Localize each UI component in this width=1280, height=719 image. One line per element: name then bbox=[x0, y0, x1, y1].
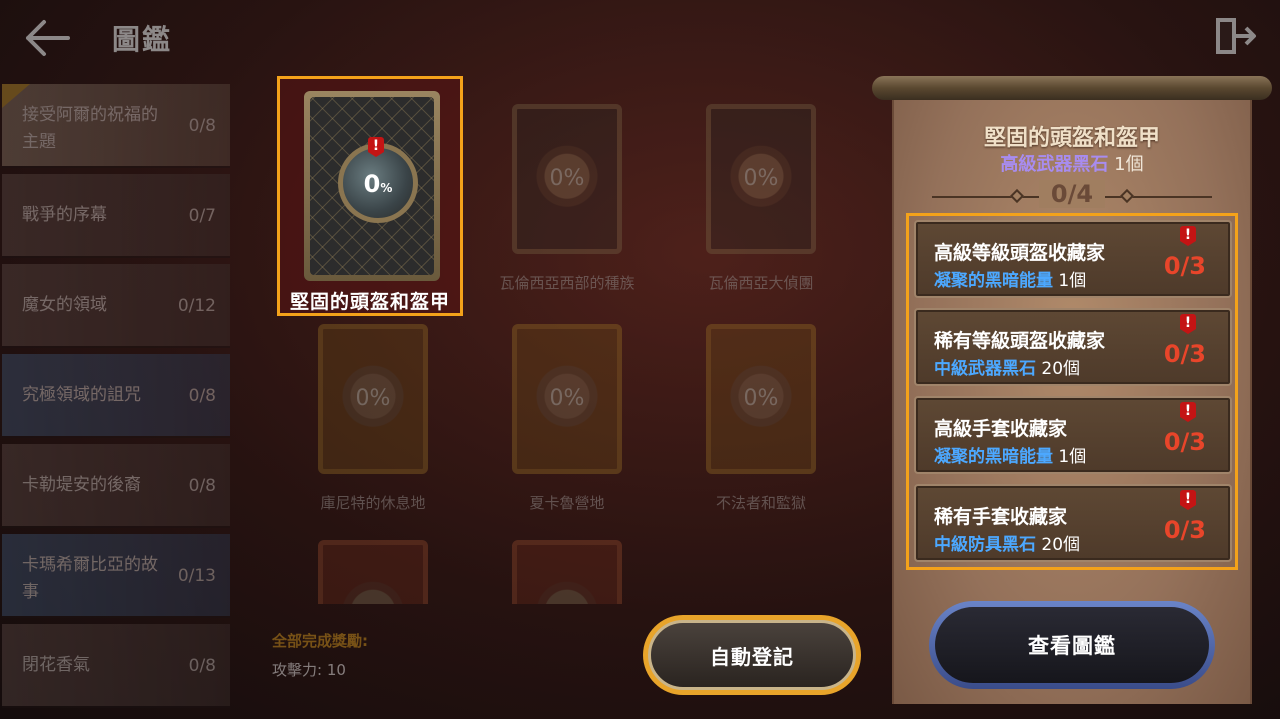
card-percent-unit: % bbox=[380, 181, 393, 195]
card-art: 0% ! bbox=[304, 91, 440, 281]
task-requirement: 凝聚的黑暗能量 1個 bbox=[934, 266, 1086, 291]
card-name: 瓦倫西亞大偵團 bbox=[708, 274, 814, 292]
view-collection-label: 查看圖鑑 bbox=[935, 607, 1209, 683]
alert-icon: ! bbox=[1180, 490, 1196, 510]
detail-progress: 0/4 bbox=[892, 180, 1252, 208]
task-req-item: 凝聚的黑暗能量 bbox=[934, 447, 1053, 467]
alert-icon: ! bbox=[1180, 226, 1196, 246]
exit-door-icon bbox=[1216, 18, 1256, 54]
task-req-qty: 1個 bbox=[1058, 447, 1087, 467]
task-requirement: 中級武器黑石 20個 bbox=[934, 354, 1080, 379]
collection-card[interactable] bbox=[302, 520, 442, 604]
task-title: 稀有手套收藏家 bbox=[934, 506, 1068, 528]
detail-reward: 高級武器黑石 1個 bbox=[892, 150, 1252, 176]
sidebar-item-count: 0/8 bbox=[188, 656, 216, 676]
reward-value: 攻擊力: 10 bbox=[272, 661, 346, 679]
task-req-item: 中級武器黑石 bbox=[934, 359, 1036, 379]
task-req-item: 中級防具黑石 bbox=[934, 535, 1036, 555]
task-count: 0/3 bbox=[1163, 516, 1206, 544]
task-req-qty: 20個 bbox=[1041, 535, 1081, 555]
card-percent: 0% bbox=[549, 166, 585, 191]
sidebar-item[interactable]: 魔女的領域 0/12 bbox=[2, 264, 230, 348]
back-button[interactable] bbox=[22, 16, 72, 60]
task-list: 高級等級頭盔收藏家 凝聚的黑暗能量 1個 ! 0/3 稀有等級頭盔收藏家 中級武… bbox=[906, 213, 1238, 570]
sidebar-item-count: 0/8 bbox=[188, 476, 216, 496]
scroll-rod bbox=[872, 76, 1272, 100]
arrow-left-icon bbox=[26, 20, 70, 56]
task-req-qty: 20個 bbox=[1041, 359, 1081, 379]
card-name: 夏卡魯營地 bbox=[529, 494, 605, 512]
collection-card[interactable]: 0% 不法者和監獄 bbox=[690, 304, 830, 512]
sidebar-item-count: 0/7 bbox=[188, 206, 216, 226]
card-percent: 0% bbox=[355, 386, 391, 411]
sidebar-item-label: 接受阿爾的祝福的主題 bbox=[22, 105, 158, 152]
sidebar-item-label: 戰爭的序幕 bbox=[22, 205, 107, 225]
task-item[interactable]: 稀有手套收藏家 中級防具黑石 20個 ! 0/3 bbox=[914, 484, 1232, 562]
sidebar-item-label: 閉花香氣 bbox=[22, 655, 90, 675]
sidebar-item[interactable]: 閉花香氣 0/8 bbox=[2, 624, 230, 708]
page-title: 圖鑑 bbox=[112, 23, 173, 56]
auto-register-button[interactable]: 自動登記 bbox=[643, 615, 861, 695]
alert-icon: ! bbox=[1180, 402, 1196, 422]
card-percent-value: 0 bbox=[363, 170, 381, 198]
detail-progress-value: 0/4 bbox=[1038, 180, 1106, 208]
card-percent: 0% bbox=[343, 170, 413, 198]
sidebar-item-label: 卡勒堤安的後裔 bbox=[22, 475, 141, 495]
task-count: 0/3 bbox=[1163, 252, 1206, 280]
sidebar-item[interactable]: 戰爭的序幕 0/7 bbox=[2, 174, 230, 258]
task-count: 0/3 bbox=[1163, 340, 1206, 368]
sidebar-item[interactable]: 究極領域的詛咒 0/8 bbox=[2, 354, 230, 438]
task-requirement: 凝聚的黑暗能量 1個 bbox=[934, 442, 1086, 467]
card-name: 庫尼特的休息地 bbox=[320, 494, 426, 512]
alert-icon: ! bbox=[1180, 314, 1196, 334]
collection-card[interactable]: 0% 瓦倫西亞西部的種族 bbox=[496, 84, 636, 292]
card-art bbox=[318, 540, 428, 604]
task-count: 0/3 bbox=[1163, 428, 1206, 456]
task-item[interactable]: 高級手套收藏家 凝聚的黑暗能量 1個 ! 0/3 bbox=[914, 396, 1232, 474]
card-art-pattern: 0% ! bbox=[310, 97, 434, 275]
card-name: 瓦倫西亞西部的種族 bbox=[499, 274, 635, 292]
sidebar-item[interactable]: 接受阿爾的祝福的主題 0/8 bbox=[2, 84, 230, 168]
selected-collection-card[interactable]: 0% ! 堅固的頭盔和盔甲 bbox=[277, 76, 463, 316]
collection-card[interactable] bbox=[496, 520, 636, 604]
sidebar-item-label: 魔女的領域 bbox=[22, 295, 107, 315]
detail-reward-qty: 1個 bbox=[1114, 154, 1144, 175]
task-title: 高級等級頭盔收藏家 bbox=[934, 242, 1106, 264]
exit-button[interactable] bbox=[1212, 14, 1258, 58]
task-requirement: 中級防具黑石 20個 bbox=[934, 530, 1080, 555]
task-title: 稀有等級頭盔收藏家 bbox=[934, 330, 1106, 352]
task-title: 高級手套收藏家 bbox=[934, 418, 1068, 440]
card-percent: 0% bbox=[549, 386, 585, 411]
collection-card[interactable]: 0% 夏卡魯營地 bbox=[496, 304, 636, 512]
collection-card[interactable]: 0% 庫尼特的休息地 bbox=[302, 304, 442, 512]
task-item[interactable]: 稀有等級頭盔收藏家 中級武器黑石 20個 ! 0/3 bbox=[914, 308, 1232, 386]
task-item[interactable]: 高級等級頭盔收藏家 凝聚的黑暗能量 1個 ! 0/3 bbox=[914, 220, 1232, 298]
card-percent: 0% bbox=[743, 386, 779, 411]
task-req-qty: 1個 bbox=[1058, 271, 1087, 291]
card-percent: 0% bbox=[743, 166, 779, 191]
top-bar: 圖鑑 bbox=[0, 0, 1280, 72]
sidebar-item-label: 卡瑪希爾比亞的故事 bbox=[22, 555, 158, 602]
sidebar-item-count: 0/12 bbox=[177, 296, 216, 316]
completion-reward: 全部完成獎勵: 攻擊力: 10 bbox=[272, 630, 368, 680]
reward-title: 全部完成獎勵: bbox=[272, 632, 368, 650]
sidebar-item-count: 0/8 bbox=[188, 116, 216, 136]
task-req-item: 凝聚的黑暗能量 bbox=[934, 271, 1053, 291]
sidebar-item-count: 0/13 bbox=[177, 566, 216, 586]
detail-title: 堅固的頭盔和盔甲 bbox=[983, 126, 1160, 151]
card-name: 不法者和監獄 bbox=[715, 494, 806, 512]
sidebar-item[interactable]: 卡瑪希爾比亞的故事 0/13 bbox=[2, 534, 230, 618]
sidebar: 接受阿爾的祝福的主題 0/8 戰爭的序幕 0/7 魔女的領域 0/12 究極領域… bbox=[0, 84, 232, 719]
sidebar-item[interactable]: 卡勒堤安的後裔 0/8 bbox=[2, 444, 230, 528]
sidebar-item-count: 0/8 bbox=[188, 386, 216, 406]
card-name: 堅固的頭盔和盔甲 bbox=[289, 291, 450, 313]
auto-register-label: 自動登記 bbox=[648, 620, 856, 690]
card-art bbox=[512, 540, 622, 604]
collection-card[interactable]: 0% 瓦倫西亞大偵團 bbox=[690, 84, 830, 292]
sidebar-item-label: 究極領域的詛咒 bbox=[22, 385, 141, 405]
detail-reward-item: 高級武器黑石 bbox=[1000, 154, 1109, 175]
view-collection-button[interactable]: 查看圖鑑 bbox=[929, 601, 1215, 689]
